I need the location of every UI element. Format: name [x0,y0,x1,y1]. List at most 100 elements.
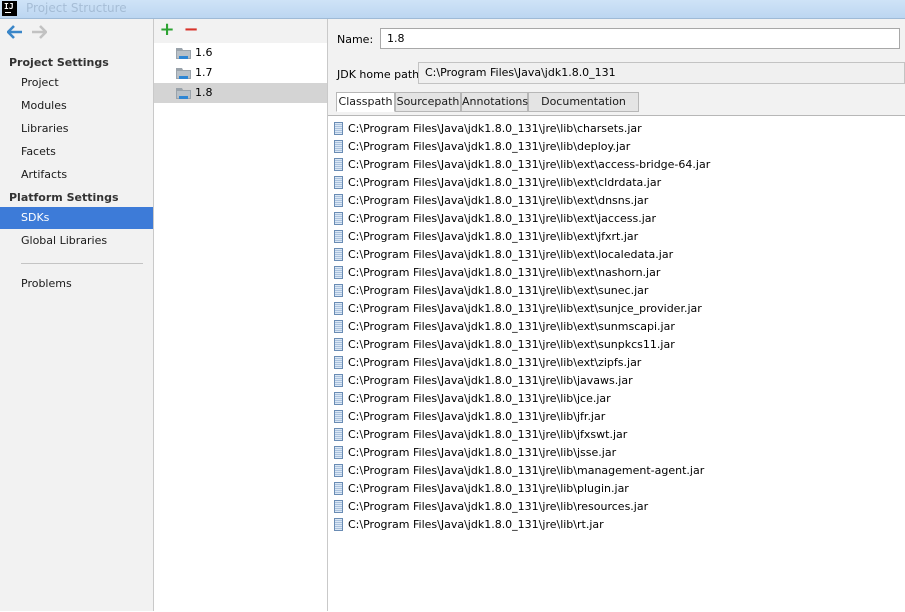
classpath-list: C:\Program Files\Java\jdk1.8.0_131\jre\l… [328,115,905,612]
classpath-entry: C:\Program Files\Java\jdk1.8.0_131\jre\l… [348,230,639,243]
jar-file-icon [334,194,343,207]
classpath-row[interactable]: C:\Program Files\Java\jdk1.8.0_131\jre\l… [330,192,890,210]
tab-classpath[interactable]: Classpath [336,92,395,112]
jar-file-icon [334,410,343,423]
classpath-row[interactable]: C:\Program Files\Java\jdk1.8.0_131\jre\l… [330,498,890,516]
nav-divider [21,263,143,264]
jar-file-icon [334,176,343,189]
nav-item-libraries[interactable]: Libraries [0,118,153,140]
jdk-home-path-label: JDK home path: [337,68,423,81]
jar-file-icon [334,320,343,333]
classpath-entry: C:\Program Files\Java\jdk1.8.0_131\jre\l… [348,410,606,423]
sdk-item-1-7[interactable]: 1.7 [154,63,327,83]
classpath-entry: C:\Program Files\Java\jdk1.8.0_131\jre\l… [348,446,617,459]
tab-sourcepath[interactable]: Sourcepath [395,92,461,112]
classpath-row[interactable]: C:\Program Files\Java\jdk1.8.0_131\jre\l… [330,318,890,336]
nav-item-project[interactable]: Project [0,72,153,94]
classpath-entry: C:\Program Files\Java\jdk1.8.0_131\jre\l… [348,428,628,441]
forward-arrow-icon[interactable] [31,25,47,39]
sdk-item-1-8[interactable]: 1.8 [154,83,327,103]
classpath-entry: C:\Program Files\Java\jdk1.8.0_131\jre\l… [348,356,642,369]
classpath-entry: C:\Program Files\Java\jdk1.8.0_131\jre\l… [348,194,649,207]
jar-file-icon [334,284,343,297]
jar-file-icon [334,266,343,279]
classpath-row[interactable]: C:\Program Files\Java\jdk1.8.0_131\jre\l… [330,390,890,408]
classpath-row[interactable]: C:\Program Files\Java\jdk1.8.0_131\jre\l… [330,516,890,534]
remove-sdk-button[interactable]: − [183,21,199,39]
jar-file-icon [334,338,343,351]
classpath-row[interactable]: C:\Program Files\Java\jdk1.8.0_131\jre\l… [330,426,890,444]
sdk-item-label: 1.7 [195,66,213,79]
settings-sidebar: Project Settings Project Modules Librari… [0,19,154,611]
classpath-row[interactable]: C:\Program Files\Java\jdk1.8.0_131\jre\l… [330,354,890,372]
classpath-row[interactable]: C:\Program Files\Java\jdk1.8.0_131\jre\l… [330,156,890,174]
classpath-row[interactable]: C:\Program Files\Java\jdk1.8.0_131\jre\l… [330,138,890,156]
sdk-item-1-6[interactable]: 1.6 [154,43,327,63]
classpath-entry: C:\Program Files\Java\jdk1.8.0_131\jre\l… [348,338,675,351]
add-sdk-button[interactable]: + [159,21,175,39]
classpath-row[interactable]: C:\Program Files\Java\jdk1.8.0_131\jre\l… [330,444,890,462]
jar-file-icon [334,230,343,243]
classpath-row[interactable]: C:\Program Files\Java\jdk1.8.0_131\jre\l… [330,174,890,192]
classpath-entry: C:\Program Files\Java\jdk1.8.0_131\jre\l… [348,122,642,135]
jar-file-icon [334,248,343,261]
classpath-entry: C:\Program Files\Java\jdk1.8.0_131\jre\l… [348,176,662,189]
classpath-entry: C:\Program Files\Java\jdk1.8.0_131\jre\l… [348,374,633,387]
title-bar[interactable]: IJ Project Structure [0,0,905,19]
intellij-logo-icon: IJ [2,1,17,16]
nav-item-artifacts[interactable]: Artifacts [0,164,153,186]
tab-documentation-paths[interactable]: Documentation Paths [528,92,639,126]
nav-item-global-libraries[interactable]: Global Libraries [0,230,153,252]
jar-file-icon [334,356,343,369]
back-arrow-icon[interactable] [7,25,23,39]
classpath-row[interactable]: C:\Program Files\Java\jdk1.8.0_131\jre\l… [330,336,890,354]
classpath-row[interactable]: C:\Program Files\Java\jdk1.8.0_131\jre\l… [330,300,890,318]
sdk-detail-panel: Name: 1.8 JDK home path: C:\Program File… [328,19,905,612]
classpath-entry: C:\Program Files\Java\jdk1.8.0_131\jre\l… [348,392,611,405]
classpath-entry: C:\Program Files\Java\jdk1.8.0_131\jre\l… [348,212,657,225]
classpath-row[interactable]: C:\Program Files\Java\jdk1.8.0_131\jre\l… [330,264,890,282]
nav-item-sdks[interactable]: SDKs [0,207,153,229]
classpath-row[interactable]: C:\Program Files\Java\jdk1.8.0_131\jre\l… [330,210,890,228]
jar-file-icon [334,446,343,459]
classpath-entry: C:\Program Files\Java\jdk1.8.0_131\jre\l… [348,140,631,153]
classpath-entry: C:\Program Files\Java\jdk1.8.0_131\jre\l… [348,482,629,495]
window-title: Project Structure [26,1,127,15]
sdk-toolbar: + − [154,19,327,43]
classpath-entry: C:\Program Files\Java\jdk1.8.0_131\jre\l… [348,464,705,477]
classpath-row[interactable]: C:\Program Files\Java\jdk1.8.0_131\jre\l… [330,120,890,138]
tab-annotations[interactable]: Annotations [461,92,528,112]
jar-file-icon [334,500,343,513]
jdk-folder-icon [176,68,191,79]
jar-file-icon [334,464,343,477]
classpath-entry: C:\Program Files\Java\jdk1.8.0_131\jre\l… [348,266,661,279]
classpath-row[interactable]: C:\Program Files\Java\jdk1.8.0_131\jre\l… [330,462,890,480]
jar-file-icon [334,374,343,387]
jdk-home-path-field[interactable]: C:\Program Files\Java\jdk1.8.0_131 [418,62,905,84]
jar-file-icon [334,428,343,441]
nav-item-modules[interactable]: Modules [0,95,153,117]
classpath-row[interactable]: C:\Program Files\Java\jdk1.8.0_131\jre\l… [330,480,890,498]
sdk-item-label: 1.6 [195,46,213,59]
jar-file-icon [334,518,343,531]
sdk-name-input[interactable]: 1.8 [380,28,900,49]
classpath-row[interactable]: C:\Program Files\Java\jdk1.8.0_131\jre\l… [330,372,890,390]
jdk-folder-icon [176,48,191,59]
classpath-row[interactable]: C:\Program Files\Java\jdk1.8.0_131\jre\l… [330,408,890,426]
jar-file-icon [334,302,343,315]
jar-file-icon [334,140,343,153]
classpath-row[interactable]: C:\Program Files\Java\jdk1.8.0_131\jre\l… [330,282,890,300]
classpath-row[interactable]: C:\Program Files\Java\jdk1.8.0_131\jre\l… [330,246,890,264]
classpath-entry: C:\Program Files\Java\jdk1.8.0_131\jre\l… [348,284,649,297]
project-settings-header: Project Settings [9,56,109,69]
classpath-entry: C:\Program Files\Java\jdk1.8.0_131\jre\l… [348,302,702,315]
sdk-list-panel: + − 1.6 1.7 1.8 [154,19,328,611]
classpath-row[interactable]: C:\Program Files\Java\jdk1.8.0_131\jre\l… [330,228,890,246]
platform-settings-header: Platform Settings [9,191,119,204]
jar-file-icon [334,158,343,171]
nav-item-problems[interactable]: Problems [0,273,153,295]
classpath-entry: C:\Program Files\Java\jdk1.8.0_131\jre\l… [348,500,649,513]
nav-item-facets[interactable]: Facets [0,141,153,163]
jar-file-icon [334,482,343,495]
jar-file-icon [334,212,343,225]
